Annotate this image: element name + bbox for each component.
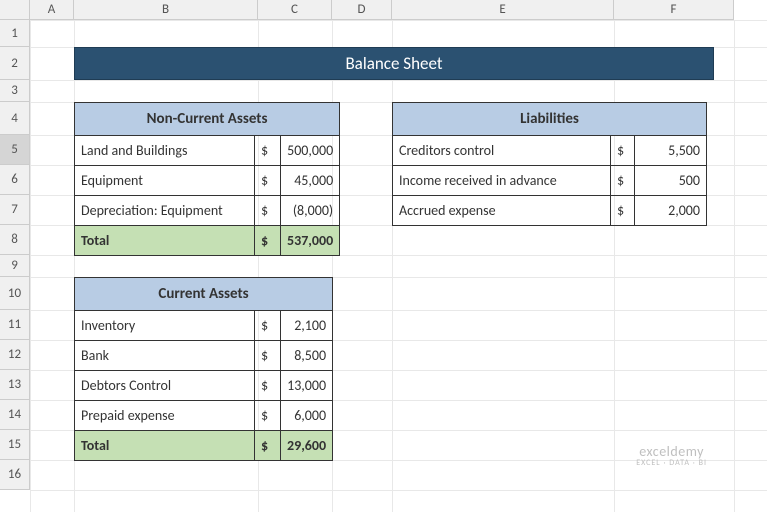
row-currency: $ <box>611 196 635 226</box>
table-row[interactable]: Inventory$2,100 <box>75 311 333 341</box>
row-header-10[interactable]: 10 <box>0 277 30 310</box>
row-value: 2,000 <box>635 196 707 226</box>
row-currency: $ <box>611 136 635 166</box>
row-header-9[interactable]: 9 <box>0 255 30 277</box>
row-label: Depreciation: Equipment <box>75 196 255 226</box>
row-header-16[interactable]: 16 <box>0 460 30 490</box>
total-value: 537,000 <box>281 226 340 256</box>
table-row[interactable]: Debtors Control$13,000 <box>75 371 333 401</box>
row-currency: $ <box>611 166 635 196</box>
row-header-14[interactable]: 14 <box>0 400 30 430</box>
row-header-12[interactable]: 12 <box>0 340 30 370</box>
sheet-title-text: Balance Sheet <box>345 53 442 74</box>
row-currency: $ <box>255 166 281 196</box>
table-row[interactable]: Creditors control$5,500 <box>393 136 707 166</box>
table-row[interactable]: Prepaid expense$6,000 <box>75 401 333 431</box>
col-header-C[interactable]: C <box>258 0 332 20</box>
row-header-6[interactable]: 6 <box>0 165 30 195</box>
row-header-5[interactable]: 5 <box>0 135 30 165</box>
table-row[interactable]: Equipment$45,000 <box>75 166 340 196</box>
table-row[interactable]: Income received in advance$500 <box>393 166 707 196</box>
total-currency: $ <box>255 226 281 256</box>
row-currency: $ <box>255 371 281 401</box>
table-row[interactable]: Accrued expense$2,000 <box>393 196 707 226</box>
row-currency: $ <box>255 401 281 431</box>
col-header-A[interactable]: A <box>30 0 74 20</box>
row-label: Inventory <box>75 311 255 341</box>
total-value: 29,600 <box>281 431 333 461</box>
row-header-15[interactable]: 15 <box>0 430 30 460</box>
row-currency: $ <box>255 136 281 166</box>
table-liabilities: Liabilities Creditors control$5,500Incom… <box>392 102 707 226</box>
row-label: Bank <box>75 341 255 371</box>
row-value: 45,000 <box>281 166 340 196</box>
row-value: 500,000 <box>281 136 340 166</box>
row-label: Income received in advance <box>393 166 611 196</box>
watermark-tag: EXCEL · DATA · BI <box>636 459 707 468</box>
table-total-row[interactable]: Total$29,600 <box>75 431 333 461</box>
total-label: Total <box>75 226 255 256</box>
row-currency: $ <box>255 311 281 341</box>
total-label: Total <box>75 431 255 461</box>
row-value: 6,000 <box>281 401 333 431</box>
ca-header: Current Assets <box>75 278 333 311</box>
row-label: Accrued expense <box>393 196 611 226</box>
row-label: Equipment <box>75 166 255 196</box>
row-header-8[interactable]: 8 <box>0 225 30 255</box>
row-header-3[interactable]: 3 <box>0 80 30 102</box>
row-currency: $ <box>255 341 281 371</box>
table-row[interactable]: Depreciation: Equipment$(8,000) <box>75 196 340 226</box>
col-header-B[interactable]: B <box>74 0 258 20</box>
row-header-4[interactable]: 4 <box>0 102 30 135</box>
row-value: 2,100 <box>281 311 333 341</box>
col-header-F[interactable]: F <box>614 0 734 20</box>
watermark: exceldemy EXCEL · DATA · BI <box>636 444 707 468</box>
row-header-13[interactable]: 13 <box>0 370 30 400</box>
col-header-D[interactable]: D <box>332 0 392 20</box>
row-header-1[interactable]: 1 <box>0 20 30 47</box>
nca-header: Non-Current Assets <box>75 103 340 136</box>
table-non-current-assets: Non-Current Assets Land and Buildings$50… <box>74 102 340 256</box>
row-value: 500 <box>635 166 707 196</box>
row-value: 8,500 <box>281 341 333 371</box>
corner-cell[interactable] <box>0 0 30 20</box>
row-value: 5,500 <box>635 136 707 166</box>
row-value: (8,000) <box>281 196 340 226</box>
sheet-title: Balance Sheet <box>74 47 714 80</box>
row-label: Debtors Control <box>75 371 255 401</box>
row-header-7[interactable]: 7 <box>0 195 30 225</box>
table-row[interactable]: Land and Buildings$500,000 <box>75 136 340 166</box>
total-currency: $ <box>255 431 281 461</box>
liab-header: Liabilities <box>393 103 707 136</box>
table-row[interactable]: Bank$8,500 <box>75 341 333 371</box>
col-header-E[interactable]: E <box>392 0 614 20</box>
table-total-row[interactable]: Total$537,000 <box>75 226 340 256</box>
row-label: Creditors control <box>393 136 611 166</box>
row-label: Prepaid expense <box>75 401 255 431</box>
row-currency: $ <box>255 196 281 226</box>
row-header-2[interactable]: 2 <box>0 47 30 80</box>
row-header-11[interactable]: 11 <box>0 310 30 340</box>
row-value: 13,000 <box>281 371 333 401</box>
row-label: Land and Buildings <box>75 136 255 166</box>
table-current-assets: Current Assets Inventory$2,100Bank$8,500… <box>74 277 333 461</box>
